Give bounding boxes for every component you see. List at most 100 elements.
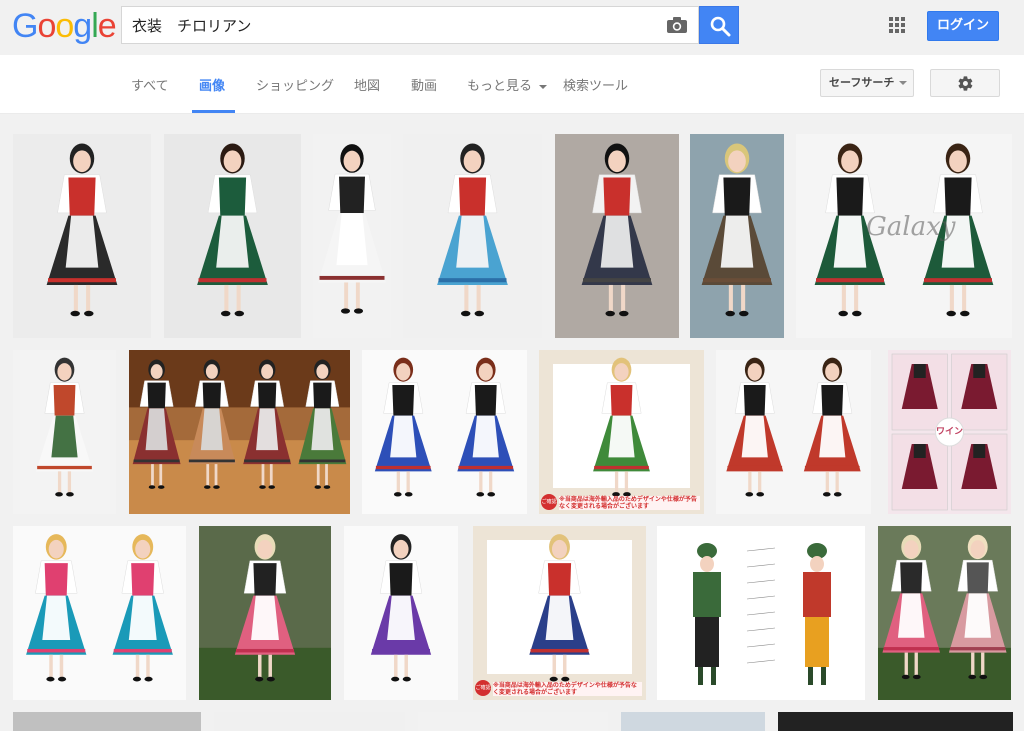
search-button[interactable]: [699, 6, 739, 44]
image-result[interactable]: [13, 712, 201, 731]
image-result[interactable]: [657, 526, 865, 700]
costume-figure: [437, 143, 508, 317]
costume-figure: [581, 143, 653, 317]
image-result[interactable]: [344, 526, 458, 700]
image-result[interactable]: [13, 350, 116, 514]
image-result[interactable]: [13, 526, 186, 700]
tab-more-label: もっと見る: [467, 79, 533, 94]
image-result[interactable]: [621, 712, 765, 731]
tab-more[interactable]: もっと見る: [467, 75, 548, 94]
tab-search-tools[interactable]: 検索ツール: [563, 75, 628, 94]
camera-icon[interactable]: [666, 16, 688, 34]
search-input[interactable]: [132, 7, 652, 43]
apps-dot: [889, 17, 893, 21]
image-result[interactable]: [214, 712, 405, 731]
apps-dot: [895, 29, 899, 33]
costume-figure: [457, 357, 515, 497]
apps-dot: [895, 23, 899, 27]
image-result[interactable]: [313, 134, 391, 338]
image-result[interactable]: ワイン: [888, 350, 1011, 514]
chevron-down-icon: [899, 81, 907, 85]
apps-dot: [901, 23, 905, 27]
image-result[interactable]: [555, 134, 679, 338]
result-thumbnail: [129, 350, 350, 514]
gear-icon: [958, 76, 973, 91]
image-result[interactable]: [13, 134, 151, 338]
image-results-grid: Galaxy ご確認 ※当商品は海外輸入品のためデザインや仕様が予告なく変更される場…: [0, 114, 1024, 731]
result-thumbnail: [581, 143, 653, 317]
image-result[interactable]: Galaxy: [796, 134, 1012, 338]
image-result[interactable]: [418, 712, 608, 731]
result-thumbnail: [701, 143, 773, 317]
caret-down-icon: [539, 84, 548, 89]
costume-figure: [701, 143, 773, 317]
logo-letter: e: [97, 7, 117, 45]
result-thumbnail: [197, 143, 268, 317]
tab-maps[interactable]: 地図: [354, 75, 380, 94]
costume-figure: [803, 543, 831, 685]
result-thumbnail: [13, 712, 201, 731]
watermark-text: Galaxy: [866, 212, 956, 242]
result-thumbnail: [693, 543, 831, 685]
result-thumbnail: [621, 712, 765, 731]
apps-dot: [889, 29, 893, 33]
notice-text: ※当商品は海外輸入品のためデザインや仕様が予告なく変更される場合がございます: [559, 496, 700, 510]
tab-all[interactable]: すべて: [131, 75, 169, 94]
apps-dot: [895, 17, 899, 21]
image-result[interactable]: [690, 134, 784, 338]
wine-label: ワイン: [936, 427, 964, 437]
logo-letter: g: [73, 7, 92, 45]
tab-images[interactable]: 画像: [199, 75, 225, 94]
safesearch-dropdown[interactable]: セーフサーチ: [820, 69, 914, 97]
google-logo[interactable]: Google: [12, 6, 117, 46]
tab-shopping[interactable]: ショッピング: [256, 75, 334, 94]
costume-figure: [803, 357, 861, 497]
costume-figure: [112, 534, 173, 682]
logo-letter: o: [55, 7, 74, 45]
search-box: [121, 6, 699, 44]
result-thumbnail: [318, 144, 386, 314]
result-thumbnail: [726, 357, 861, 497]
result-thumbnail: [487, 534, 632, 682]
settings-button[interactable]: [930, 69, 1000, 97]
notice-badge: ご確認: [475, 680, 491, 696]
result-thumbnail: [778, 712, 1013, 731]
result-thumbnail: [26, 534, 173, 682]
search-tabs-bar: すべて 画像 ショッピング 地図 動画 もっと見る 検索ツール セーフサーチ: [0, 55, 1024, 114]
result-thumbnail: [46, 143, 118, 317]
apps-grid-icon[interactable]: [889, 17, 907, 35]
costume-figure: [46, 143, 118, 317]
safesearch-label: セーフサーチ: [829, 76, 895, 89]
apps-dot: [889, 23, 893, 27]
costume-figure: [26, 534, 87, 682]
apps-dot: [901, 29, 905, 33]
costume-figure: [318, 144, 386, 314]
apps-dot: [901, 17, 905, 21]
tab-videos[interactable]: 動画: [411, 75, 437, 94]
top-bar: Google ログイン: [0, 0, 1024, 55]
image-result[interactable]: [129, 350, 350, 514]
costume-figure: [197, 143, 268, 317]
result-thumbnail: [199, 534, 331, 700]
image-result[interactable]: [878, 526, 1011, 700]
image-result[interactable]: [716, 350, 871, 514]
search-icon: [710, 16, 731, 37]
costume-figure: [726, 357, 784, 497]
image-result[interactable]: [362, 350, 527, 514]
image-result[interactable]: ご確認 ※当商品は海外輸入品のためデザインや仕様が予告なく変更される場合がございま…: [539, 350, 704, 514]
image-result[interactable]: [164, 134, 301, 338]
image-result[interactable]: ご確認 ※当商品は海外輸入品のためデザインや仕様が予告なく変更される場合がございま…: [473, 526, 646, 700]
result-thumbnail: [374, 357, 515, 497]
result-thumbnail: [437, 143, 508, 317]
login-button[interactable]: ログイン: [927, 11, 999, 41]
result-thumbnail: [553, 357, 690, 497]
result-thumbnail: [214, 712, 405, 731]
image-result[interactable]: [199, 526, 331, 700]
logo-letter: o: [37, 7, 56, 45]
image-result[interactable]: [778, 712, 1013, 731]
costume-figure: [36, 357, 93, 497]
image-result[interactable]: [403, 134, 542, 338]
active-tab-indicator: [192, 110, 235, 113]
result-thumbnail: [418, 712, 608, 731]
notice-badge: ご確認: [541, 494, 557, 510]
